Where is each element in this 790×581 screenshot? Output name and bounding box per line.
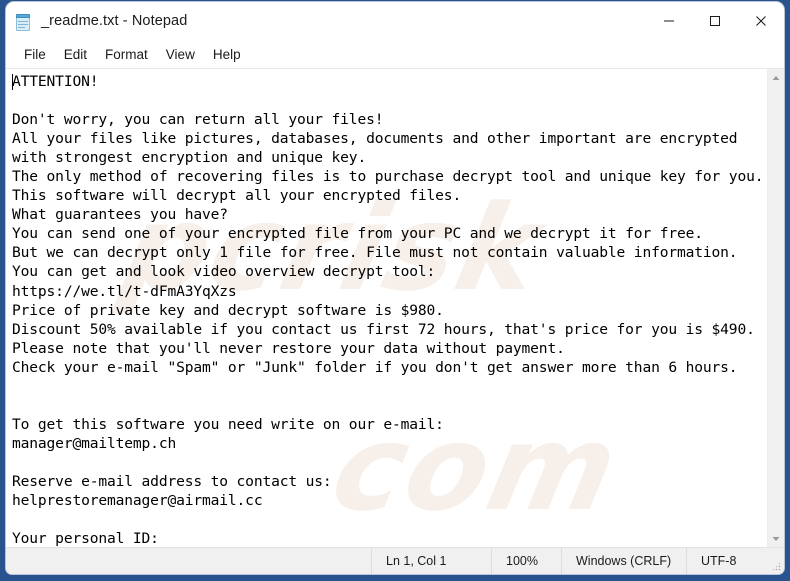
maximize-icon — [709, 15, 721, 27]
resize-grip[interactable] — [768, 548, 784, 574]
status-encoding[interactable]: UTF-8 — [686, 548, 768, 574]
scroll-down-icon — [772, 536, 780, 542]
ransom-note-text[interactable]: ATTENTION! Don't worry, you can return a… — [12, 72, 767, 547]
menu-item-file[interactable]: File — [15, 45, 55, 64]
text-caret — [12, 74, 13, 90]
menu-bar: File Edit Format View Help — [6, 40, 784, 68]
scroll-down-button[interactable] — [768, 530, 785, 547]
editor-area: pcrisk com ATTENTION! Don't worry, you c… — [6, 68, 784, 547]
minimize-icon — [663, 15, 675, 27]
resize-grip-icon — [771, 561, 781, 571]
status-bar: Ln 1, Col 1 100% Windows (CRLF) UTF-8 — [6, 547, 784, 574]
title-bar[interactable]: _readme.txt - Notepad — [6, 2, 784, 40]
minimize-button[interactable] — [646, 2, 692, 40]
notepad-window: _readme.txt - Notepad File Edit Format V… — [6, 2, 784, 574]
title-bar-left: _readme.txt - Notepad — [6, 12, 646, 31]
desktop-background: _readme.txt - Notepad File Edit Format V… — [0, 0, 790, 581]
menu-item-format[interactable]: Format — [96, 45, 157, 64]
scroll-up-icon — [772, 75, 780, 81]
menu-item-view[interactable]: View — [157, 45, 204, 64]
close-icon — [755, 15, 767, 27]
scroll-up-button[interactable] — [768, 69, 785, 86]
menu-item-edit[interactable]: Edit — [55, 45, 96, 64]
status-zoom-level[interactable]: 100% — [491, 548, 561, 574]
close-button[interactable] — [738, 2, 784, 40]
status-cursor-position: Ln 1, Col 1 — [371, 548, 491, 574]
notepad-icon — [15, 12, 32, 31]
status-line-endings[interactable]: Windows (CRLF) — [561, 548, 686, 574]
vertical-scrollbar[interactable] — [767, 69, 784, 547]
text-editor[interactable]: pcrisk com ATTENTION! Don't worry, you c… — [6, 69, 767, 547]
maximize-button[interactable] — [692, 2, 738, 40]
menu-item-help[interactable]: Help — [204, 45, 250, 64]
window-title: _readme.txt - Notepad — [41, 13, 188, 29]
caption-buttons — [646, 2, 784, 40]
